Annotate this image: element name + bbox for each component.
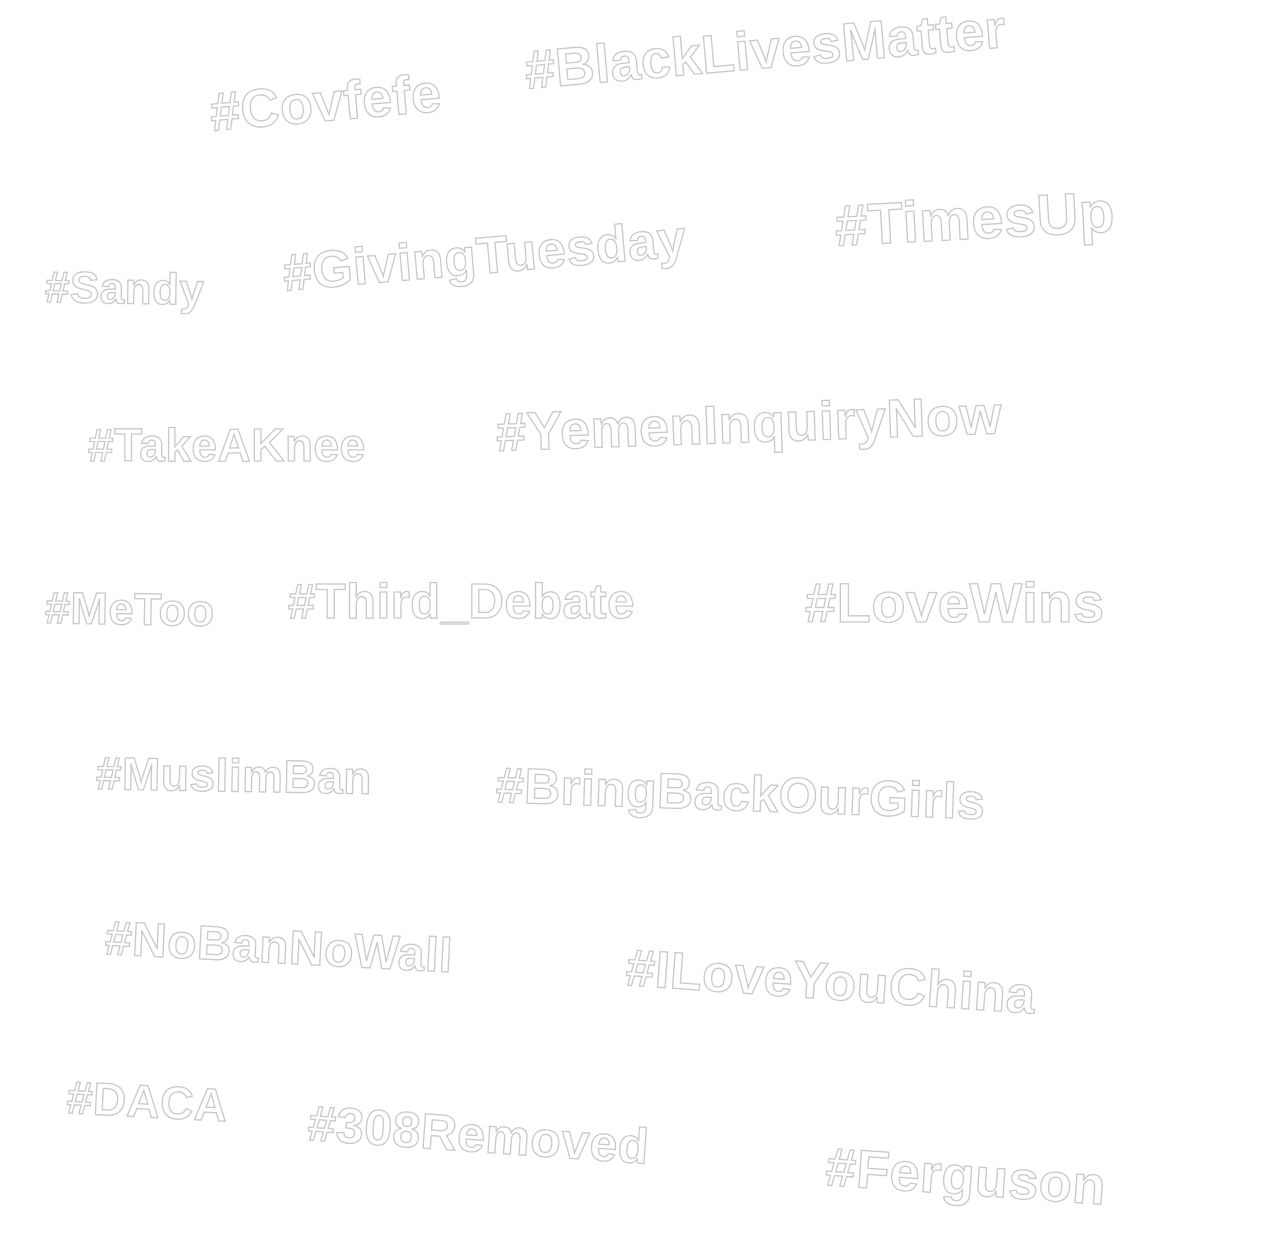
hashtag-nobannowall: #NoBanNoWall (103, 911, 455, 984)
hashtag-ferguson: #Ferguson (823, 1136, 1108, 1217)
hashtag-takeaknee: #TakeAKnee (87, 419, 366, 471)
hashtag-third-debate: #Third_Debate (287, 575, 635, 629)
hashtag-daca: #DACA (65, 1070, 230, 1132)
hashtag-muslimban: #MuslimBan (95, 746, 373, 804)
hashtag-yemeninquirynow: #YemenInquiryNow (494, 385, 1003, 464)
hashtag-blacklivesmatter: #BlackLivesMatter (522, 0, 1009, 102)
hashtag-covfefe: #Covfefe (207, 62, 445, 143)
hashtag-iloveyouchina: #ILoveYouChina (623, 938, 1038, 1026)
hashtag-givingtuesday: #GivingTuesday (280, 209, 690, 303)
hashtag-lovewins: #LoveWins (804, 571, 1105, 634)
hashtag-timesup: #TimesUp (833, 179, 1117, 260)
hashtag-metoo: #MeToo (44, 581, 216, 636)
hashtag-308removed: #308Removed (305, 1094, 651, 1175)
hashtag-cloud: #Covfefe #BlackLivesMatter #Sandy #Givin… (0, 0, 1280, 1242)
hashtag-sandy: #Sandy (44, 262, 206, 315)
hashtag-bringbackourgirls: #BringBackOurGirls (494, 756, 987, 831)
